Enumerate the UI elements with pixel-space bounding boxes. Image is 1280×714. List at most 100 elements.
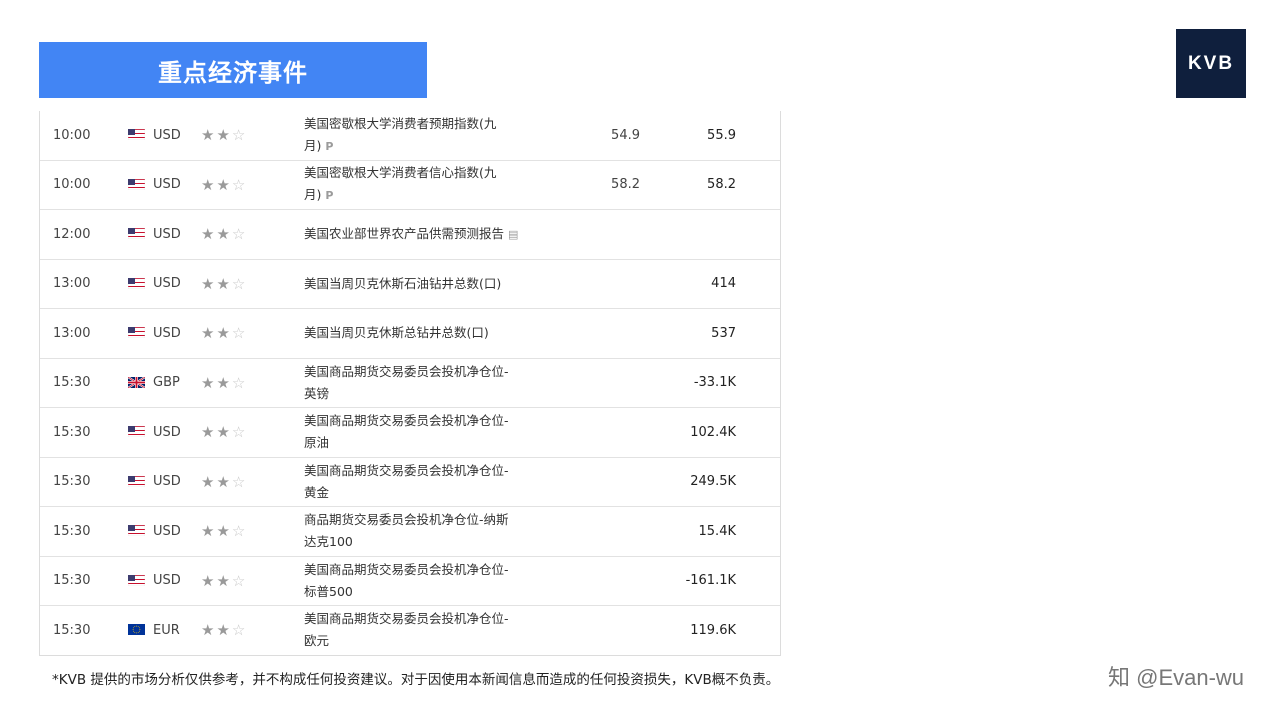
currency-code: EUR	[153, 622, 180, 638]
star-filled-icon: ★	[201, 324, 217, 343]
star-empty-icon: ☆	[231, 522, 248, 541]
event-time: 15:30	[53, 573, 91, 589]
importance-stars: ★ ★ ☆	[201, 111, 247, 160]
star-empty-icon: ☆	[231, 571, 248, 590]
currency-code: USD	[153, 177, 181, 193]
star-empty-icon: ☆	[231, 423, 248, 442]
us-flag-icon	[128, 475, 145, 487]
star-empty-icon: ☆	[231, 373, 248, 392]
event-name: 美国密歇根大学消费者预期指数(九月) P	[304, 111, 519, 160]
currency-code: USD	[153, 127, 181, 143]
star-filled-icon: ★	[216, 571, 232, 590]
previous-value: 54.9	[611, 127, 640, 143]
star-filled-icon: ★	[201, 225, 217, 244]
actual-value: 102.4K	[690, 424, 736, 440]
actual-value: 15.4K	[698, 523, 736, 539]
importance-stars: ★ ★ ☆	[201, 458, 247, 507]
importance-stars: ★ ★ ☆	[201, 210, 247, 259]
section-title: 重点经济事件	[158, 58, 308, 87]
watermark: 知 @Evan-wu	[1108, 665, 1245, 690]
star-filled-icon: ★	[216, 373, 232, 392]
gb-flag-icon	[128, 376, 145, 388]
actual-value: 119.6K	[690, 622, 736, 638]
star-filled-icon: ★	[201, 274, 217, 293]
event-name: 美国商品期货交易委员会投机净仓位-欧元	[304, 606, 519, 655]
currency-code: USD	[153, 276, 181, 292]
logo-text: KVB	[1187, 52, 1235, 74]
previous-value	[580, 260, 640, 309]
star-empty-icon: ☆	[231, 225, 248, 244]
importance-stars: ★ ★ ☆	[201, 309, 247, 358]
eu-flag-icon	[128, 624, 145, 636]
event-name: 美国当周贝克休斯石油钻井总数(口)	[304, 260, 519, 309]
event-name: 美国密歇根大学消费者信心指数(九月) P	[304, 161, 519, 210]
star-filled-icon: ★	[201, 373, 217, 392]
previous-value	[580, 408, 640, 457]
event-name: 美国农业部世界农产品供需预测报告 ▤	[304, 210, 519, 259]
event-name: 美国商品期货交易委员会投机净仓位-标普500	[304, 557, 519, 606]
event-name: 美国商品期货交易委员会投机净仓位-黄金	[304, 458, 519, 507]
star-filled-icon: ★	[216, 522, 232, 541]
event-name: 商品期货交易委员会投机净仓位-纳斯达克100	[304, 507, 519, 556]
actual-value: 414	[711, 276, 736, 292]
economic-events-table: 10:00 USD ★ ★ ☆ 美国密歇根大学消费者预期指数(九月) P 54.9 55.9 10…	[39, 111, 781, 656]
actual-value: -161.1K	[685, 573, 736, 589]
currency-code: GBP	[153, 375, 180, 391]
table-row: 15:30 USD ★ ★ ☆ 美国商品期货交易委员会投机净仓位-标普500 -161.1K	[40, 557, 780, 606]
importance-stars: ★ ★ ☆	[201, 408, 247, 457]
previous-value	[580, 557, 640, 606]
star-empty-icon: ☆	[231, 175, 248, 194]
event-time: 12:00	[53, 226, 91, 242]
previous-value	[580, 210, 640, 259]
star-empty-icon: ☆	[231, 472, 248, 491]
star-filled-icon: ★	[201, 423, 217, 442]
previous-value	[580, 458, 640, 507]
table-row: 13:00 USD ★ ★ ☆ 美国当周贝克休斯石油钻井总数(口) 414	[40, 260, 780, 309]
currency-code: USD	[153, 325, 181, 341]
actual-value: -33.1K	[693, 375, 736, 391]
table-row: 10:00 USD ★ ★ ☆ 美国密歇根大学消费者预期指数(九月) P 54.9 55.9	[40, 111, 780, 161]
table-row: 15:30 USD ★ ★ ☆ 商品期货交易委员会投机净仓位-纳斯达克100 15.4K	[40, 507, 780, 557]
event-time: 15:30	[53, 474, 91, 490]
event-time: 13:00	[53, 325, 91, 341]
event-time: 10:00	[53, 177, 91, 193]
us-flag-icon	[128, 525, 145, 537]
importance-stars: ★ ★ ☆	[201, 359, 247, 408]
us-flag-icon	[128, 574, 145, 586]
previous-value	[580, 359, 640, 408]
event-time: 15:30	[53, 375, 91, 391]
star-filled-icon: ★	[201, 621, 217, 640]
table-row: 15:30 USD ★ ★ ☆ 美国商品期货交易委员会投机净仓位-原油 102.4K	[40, 408, 780, 458]
currency-code: USD	[153, 523, 181, 539]
preliminary-icon: P	[325, 189, 334, 203]
star-filled-icon: ★	[216, 126, 232, 145]
table-row: 15:30 GBP ★ ★ ☆ 美国商品期货交易委员会投机净仓位-英镑 -33.1K	[40, 359, 780, 408]
table-row: 13:00 USD ★ ★ ☆ 美国当周贝克休斯总钻井总数(口) 537	[40, 309, 780, 359]
event-time: 15:30	[53, 523, 91, 539]
star-filled-icon: ★	[201, 522, 217, 541]
event-name-text: 美国当周贝克休斯总钻井总数(口)	[304, 325, 489, 341]
star-filled-icon: ★	[216, 274, 232, 293]
actual-value	[670, 210, 736, 259]
previous-value: 58.2	[611, 177, 640, 193]
importance-stars: ★ ★ ☆	[201, 507, 247, 556]
event-time: 15:30	[53, 424, 91, 440]
event-name-text: 商品期货交易委员会投机净仓位-纳斯达克100	[304, 512, 509, 550]
star-filled-icon: ★	[216, 225, 232, 244]
star-filled-icon: ★	[216, 472, 232, 491]
currency-code: USD	[153, 424, 181, 440]
star-empty-icon: ☆	[231, 324, 248, 343]
event-time: 15:30	[53, 622, 91, 638]
previous-value	[580, 507, 640, 556]
us-flag-icon	[128, 426, 145, 438]
us-flag-icon	[128, 129, 145, 141]
star-filled-icon: ★	[216, 621, 232, 640]
us-flag-icon	[128, 327, 145, 339]
star-filled-icon: ★	[201, 175, 217, 194]
section-title-banner: 重点经济事件	[39, 42, 427, 98]
event-name-text: 美国商品期货交易委员会投机净仓位-原油	[304, 413, 509, 451]
actual-value: 537	[711, 325, 736, 341]
event-name-text: 美国商品期货交易委员会投机净仓位-黄金	[304, 462, 509, 500]
event-time: 13:00	[53, 276, 91, 292]
us-flag-icon	[128, 178, 145, 190]
